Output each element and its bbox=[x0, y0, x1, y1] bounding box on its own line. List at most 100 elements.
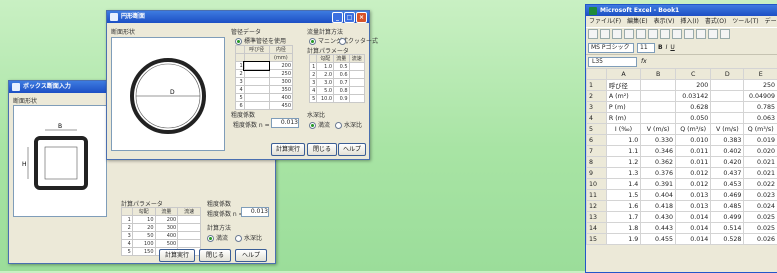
cell[interactable]: 0.03142 bbox=[676, 91, 711, 102]
cell[interactable]: 0.012 bbox=[676, 179, 711, 190]
cell[interactable]: 0.019 bbox=[744, 135, 777, 146]
preview-icon[interactable] bbox=[636, 29, 646, 39]
cell[interactable]: 0.528 bbox=[711, 234, 744, 245]
table-row[interactable]: 3300 bbox=[236, 78, 293, 86]
print-icon[interactable] bbox=[624, 29, 634, 39]
cell[interactable]: 0.430 bbox=[641, 212, 676, 223]
cell[interactable]: 0.014 bbox=[676, 212, 711, 223]
cell[interactable]: 1.7 bbox=[606, 212, 640, 223]
cell[interactable]: 1.5 bbox=[606, 190, 640, 201]
sheet-row[interactable]: 91.30.3760.0120.4370.021 bbox=[587, 168, 777, 179]
method-option-a[interactable]: 満流 bbox=[207, 233, 228, 242]
cell[interactable]: 0.785 bbox=[744, 102, 777, 113]
depth-option-b[interactable]: 水深比 bbox=[335, 120, 362, 129]
row-header[interactable]: 3 bbox=[587, 102, 607, 113]
cell[interactable]: 0.020 bbox=[744, 146, 777, 157]
cell[interactable]: 0.013 bbox=[676, 201, 711, 212]
hyperlink-icon[interactable] bbox=[720, 29, 730, 39]
cell[interactable]: 0.437 bbox=[711, 168, 744, 179]
cell[interactable]: 0.050 bbox=[676, 113, 711, 124]
underline-icon[interactable]: U bbox=[670, 44, 674, 51]
sheet-row[interactable]: 111.50.4040.0130.4690.023 bbox=[587, 190, 777, 201]
select-all-corner[interactable] bbox=[587, 69, 607, 80]
cell[interactable]: 0.063 bbox=[744, 113, 777, 124]
table-row[interactable]: 6450 bbox=[236, 102, 293, 110]
sheet-row[interactable]: 5I (‰)V (m/s)Q (m³/s)V (m/s)Q (m³/s) bbox=[587, 124, 777, 135]
cell[interactable]: 0.025 bbox=[744, 223, 777, 234]
cell[interactable] bbox=[641, 80, 676, 91]
cell[interactable]: 0.376 bbox=[641, 168, 676, 179]
cell[interactable]: V (m/s) bbox=[641, 124, 676, 135]
calc-button[interactable]: 計算実行 bbox=[271, 143, 305, 156]
cell[interactable]: 0.402 bbox=[711, 146, 744, 157]
method-option-b[interactable]: 水深比 bbox=[235, 233, 262, 242]
menu-format[interactable]: 書式(O) bbox=[705, 16, 726, 27]
table-row[interactable]: 2250 bbox=[236, 70, 293, 78]
cell[interactable]: 0.383 bbox=[711, 135, 744, 146]
cell[interactable]: 0.453 bbox=[711, 179, 744, 190]
sheet-row[interactable]: 4R (m)0.0500.063 bbox=[587, 113, 777, 124]
cell[interactable] bbox=[641, 102, 676, 113]
open-icon[interactable] bbox=[600, 29, 610, 39]
table-row[interactable]: 5400 bbox=[236, 94, 293, 102]
spell-icon[interactable] bbox=[648, 29, 658, 39]
cell[interactable]: 1.6 bbox=[606, 201, 640, 212]
cell[interactable]: I (‰) bbox=[606, 124, 640, 135]
close-icon[interactable]: × bbox=[356, 12, 367, 23]
new-icon[interactable] bbox=[588, 29, 598, 39]
menu-view[interactable]: 表示(V) bbox=[654, 16, 675, 27]
table-row[interactable]: 110200 bbox=[122, 216, 201, 224]
cell[interactable]: 0.391 bbox=[641, 179, 676, 190]
column-header[interactable]: E bbox=[744, 69, 777, 80]
cell[interactable]: 0.499 bbox=[711, 212, 744, 223]
cell[interactable]: 0.023 bbox=[744, 190, 777, 201]
table-row[interactable]: 220300 bbox=[122, 224, 201, 232]
row-header[interactable]: 1 bbox=[587, 80, 607, 91]
sheet-row[interactable]: 151.90.4550.0140.5280.026 bbox=[587, 234, 777, 245]
name-box[interactable]: L35 bbox=[588, 57, 637, 67]
row-header[interactable]: 10 bbox=[587, 179, 607, 190]
cell[interactable]: 0.418 bbox=[641, 201, 676, 212]
cell[interactable]: 0.443 bbox=[641, 223, 676, 234]
row-header[interactable]: 9 bbox=[587, 168, 607, 179]
cell[interactable]: 1.0 bbox=[606, 135, 640, 146]
close-button[interactable]: 閉じる bbox=[307, 143, 337, 156]
cell[interactable]: 0.330 bbox=[641, 135, 676, 146]
cell[interactable]: 0.485 bbox=[711, 201, 744, 212]
coef-input[interactable]: 0.013 bbox=[271, 118, 299, 128]
cell[interactable]: 0.404 bbox=[641, 190, 676, 201]
cell[interactable]: 0.025 bbox=[744, 212, 777, 223]
cell[interactable]: 1.1 bbox=[606, 146, 640, 157]
cell[interactable]: Q (m³/s) bbox=[676, 124, 711, 135]
table-row[interactable]: 510.00.9 bbox=[310, 95, 365, 103]
spreadsheet-grid[interactable]: ABCDE1呼び径2002502A (m²)0.031420.049093P (… bbox=[586, 68, 777, 245]
row-header[interactable]: 7 bbox=[587, 146, 607, 157]
column-header[interactable]: C bbox=[676, 69, 711, 80]
row-header[interactable]: 2 bbox=[587, 91, 607, 102]
close-button[interactable]: 閉じる bbox=[199, 249, 231, 262]
cell[interactable] bbox=[641, 113, 676, 124]
cell[interactable]: 0.011 bbox=[676, 157, 711, 168]
save-icon[interactable] bbox=[612, 29, 622, 39]
cell[interactable]: 1.3 bbox=[606, 168, 640, 179]
conduit-check[interactable]: 標準管径を使用 bbox=[235, 36, 286, 45]
row-header[interactable]: 14 bbox=[587, 223, 607, 234]
row-header[interactable]: 15 bbox=[587, 234, 607, 245]
row-header[interactable]: 13 bbox=[587, 212, 607, 223]
table-row[interactable]: 22.00.6 bbox=[310, 71, 365, 79]
cell[interactable]: 0.455 bbox=[641, 234, 676, 245]
cell[interactable]: R (m) bbox=[606, 113, 640, 124]
conduit-table[interactable]: 呼び径内径 (mm) 1200 2250 3300 4350 5400 6450 bbox=[235, 45, 293, 110]
menu-data[interactable]: データ bbox=[765, 16, 777, 27]
table-row[interactable]: 4350 bbox=[236, 86, 293, 94]
sheet-row[interactable]: 101.40.3910.0120.4530.022 bbox=[587, 179, 777, 190]
table-row[interactable]: 4100500 bbox=[122, 240, 201, 248]
cell[interactable]: 1.9 bbox=[606, 234, 640, 245]
cell[interactable]: Q (m³/s) bbox=[744, 124, 777, 135]
cell[interactable]: 呼び径 bbox=[606, 80, 640, 91]
menu-edit[interactable]: 編集(E) bbox=[627, 16, 647, 27]
cell[interactable]: 0.013 bbox=[676, 190, 711, 201]
italic-icon[interactable]: I bbox=[666, 44, 668, 51]
cell[interactable] bbox=[711, 102, 744, 113]
table-row[interactable]: 1200 bbox=[236, 62, 293, 70]
